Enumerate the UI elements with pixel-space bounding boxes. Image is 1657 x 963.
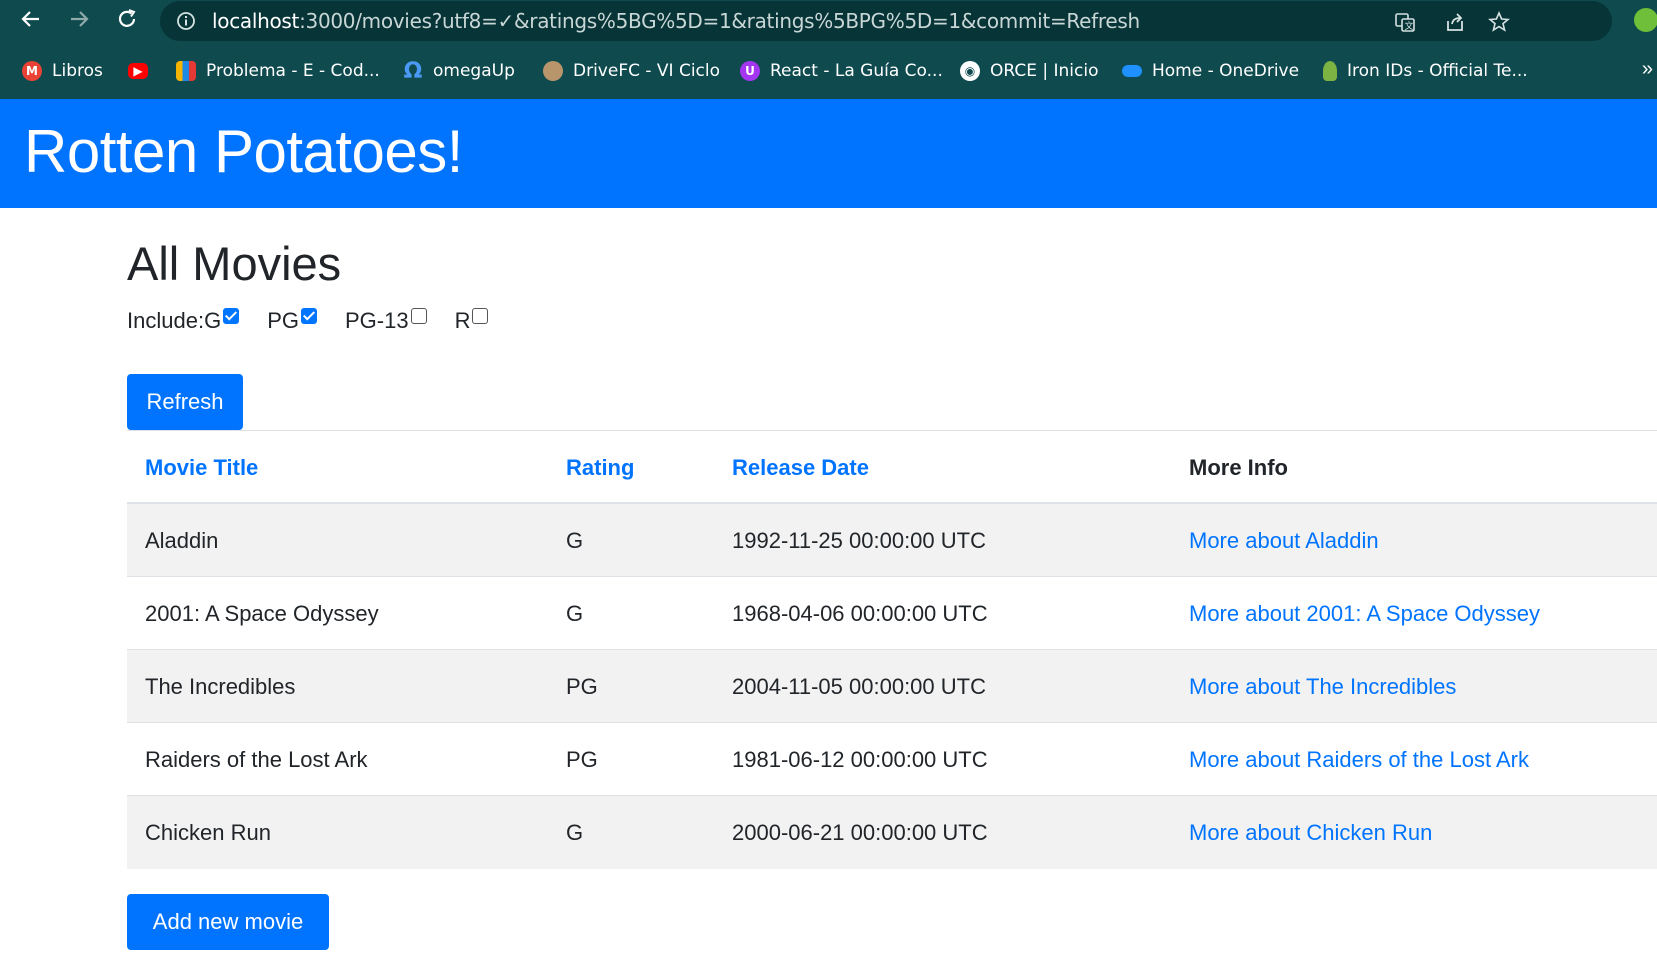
brand-title: Rotten Potatoes! xyxy=(24,118,463,185)
udemy-icon: U xyxy=(740,61,760,81)
share-icon[interactable] xyxy=(1442,9,1468,35)
arrow-left-icon xyxy=(21,11,39,27)
forward-button[interactable] xyxy=(64,4,94,34)
movie-title: Raiders of the Lost Ark xyxy=(145,747,368,772)
bookmark-onedrive[interactable]: Home - OneDrive xyxy=(1122,58,1299,84)
ratings-filter: Include: G PG PG-13 R xyxy=(127,308,516,334)
movie-release-date: 1981-06-12 00:00:00 UTC xyxy=(732,747,988,772)
translate-icon[interactable]: 文 xyxy=(1392,9,1418,35)
rating-option-r: R xyxy=(455,308,489,334)
drivefc-icon xyxy=(543,61,563,81)
url-host: localhost xyxy=(212,9,300,33)
reload-button[interactable] xyxy=(112,4,142,34)
site-header: Rotten Potatoes! xyxy=(0,99,1657,208)
bookmark-label: omegaUp xyxy=(433,61,515,81)
bookmark-youtube[interactable]: ▶ xyxy=(128,58,148,84)
url-path: :3000/movies?utf8=✓&ratings%5BG%5D=1&rat… xyxy=(299,9,1140,33)
bookmark-label: React - La Guía Co... xyxy=(770,61,943,81)
movie-rating: G xyxy=(566,820,584,845)
sort-by-title-link[interactable]: Movie Title xyxy=(145,455,258,481)
movies-table: Movie Title Rating Release Date More Inf… xyxy=(127,430,1657,869)
sort-by-rating-link[interactable]: Rating xyxy=(566,455,634,481)
rating-label: G xyxy=(204,308,222,333)
table-row: Raiders of the Lost Ark PG 1981-06-12 00… xyxy=(127,723,1657,796)
more-info-link[interactable]: More about Chicken Run xyxy=(1189,820,1432,846)
filter-label: Include: xyxy=(127,308,205,333)
movie-release-date: 1968-04-06 00:00:00 UTC xyxy=(732,601,988,626)
omega-icon: Ω xyxy=(403,58,423,84)
bookmark-omegaup[interactable]: Ω omegaUp xyxy=(403,58,515,84)
movie-rating: G xyxy=(566,601,584,626)
back-button[interactable] xyxy=(16,4,46,34)
rating-option-pg: PG xyxy=(267,308,317,334)
movie-rating: PG xyxy=(566,674,598,699)
bookmark-label: Problema - E - Cod... xyxy=(206,61,380,81)
movie-release-date: 2004-11-05 00:00:00 UTC xyxy=(732,674,986,699)
page-title: All Movies xyxy=(127,237,342,290)
gmail-icon: M xyxy=(22,61,42,81)
rating-checkbox-pg13[interactable] xyxy=(410,308,427,324)
table-row: 2001: A Space Odyssey G 1968-04-06 00:00… xyxy=(127,577,1657,650)
movie-release-date: 1992-11-25 00:00:00 UTC xyxy=(732,528,986,553)
bookmark-ironids[interactable]: Iron IDs - Official Te... xyxy=(1323,58,1528,84)
movie-title: The Incredibles xyxy=(145,674,296,699)
bookmark-problema[interactable]: Problema - E - Cod... xyxy=(176,58,380,84)
bookmarks-more-icon[interactable]: » xyxy=(1642,58,1653,81)
table-row: Aladdin G 1992-11-25 00:00:00 UTC More a… xyxy=(127,504,1657,577)
bookmark-label: Iron IDs - Official Te... xyxy=(1347,61,1528,81)
movie-title: Chicken Run xyxy=(145,820,271,845)
onedrive-icon xyxy=(1122,65,1142,77)
sort-by-release-date-link[interactable]: Release Date xyxy=(732,455,869,481)
bookmark-react[interactable]: U React - La Guía Co... xyxy=(740,58,943,84)
bookmark-label: ORCE | Inicio xyxy=(990,61,1099,81)
table-row: The Incredibles PG 2004-11-05 00:00:00 U… xyxy=(127,650,1657,723)
rating-checkbox-r[interactable] xyxy=(472,308,489,324)
site-info-icon[interactable] xyxy=(176,11,196,36)
add-new-movie-button[interactable]: Add new movie xyxy=(127,894,329,950)
url-text: localhost:3000/movies?utf8=✓&ratings%5BG… xyxy=(212,9,1140,33)
svg-text:文: 文 xyxy=(1405,20,1414,32)
bookmark-label: Libros xyxy=(52,61,103,81)
bookmarks-bar: M Libros ▶ Problema - E - Cod... Ω omega… xyxy=(0,52,1657,90)
table-row: Chicken Run G 2000-06-21 00:00:00 UTC Mo… xyxy=(127,796,1657,869)
globe-icon: ◉ xyxy=(960,61,980,81)
rating-label: R xyxy=(454,308,471,333)
address-bar[interactable]: localhost:3000/movies?utf8=✓&ratings%5BG… xyxy=(160,1,1612,41)
more-info-header: More Info xyxy=(1189,455,1288,480)
movie-release-date: 2000-06-21 00:00:00 UTC xyxy=(732,820,988,845)
more-info-link[interactable]: More about Aladdin xyxy=(1189,528,1379,554)
bookmark-drivefc[interactable]: DriveFC - VI Ciclo xyxy=(543,58,720,84)
more-info-link[interactable]: More about 2001: A Space Odyssey xyxy=(1189,601,1540,627)
youtube-icon: ▶ xyxy=(128,63,148,79)
rating-label: PG xyxy=(267,308,299,333)
bookmark-libros[interactable]: M Libros xyxy=(22,58,103,84)
bookmark-label: DriveFC - VI Ciclo xyxy=(573,61,721,81)
movie-title: Aladdin xyxy=(145,528,219,553)
more-info-link[interactable]: More about Raiders of the Lost Ark xyxy=(1189,747,1529,773)
arrow-right-icon xyxy=(71,11,89,27)
bookmark-label: Home - OneDrive xyxy=(1152,61,1300,81)
rating-option-pg13: PG-13 xyxy=(345,308,427,334)
movie-title: 2001: A Space Odyssey xyxy=(145,601,379,626)
ironids-icon xyxy=(1323,61,1337,81)
rating-checkbox-pg[interactable] xyxy=(300,308,317,324)
movie-rating: PG xyxy=(566,747,598,772)
more-info-link[interactable]: More about The Incredibles xyxy=(1189,674,1456,700)
codeforces-icon xyxy=(176,61,196,81)
table-header: Movie Title Rating Release Date More Inf… xyxy=(127,430,1657,504)
rating-option-g: G xyxy=(204,308,240,334)
browser-chrome: localhost:3000/movies?utf8=✓&ratings%5BG… xyxy=(0,0,1657,99)
reload-icon xyxy=(118,9,136,27)
star-icon[interactable] xyxy=(1486,9,1512,35)
refresh-button[interactable]: Refresh xyxy=(127,374,243,430)
rating-label: PG-13 xyxy=(344,308,409,333)
extension-icon[interactable] xyxy=(1634,8,1657,32)
rating-checkbox-g[interactable] xyxy=(223,308,240,324)
bookmark-orce[interactable]: ◉ ORCE | Inicio xyxy=(960,58,1098,84)
movie-rating: G xyxy=(566,528,584,553)
